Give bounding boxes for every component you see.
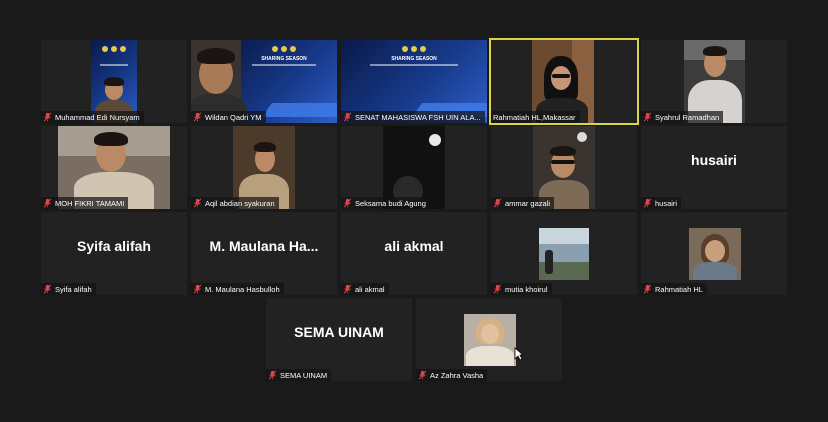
participant-tile[interactable]: ammar gazali — [491, 126, 637, 209]
mic-off-icon — [418, 370, 427, 380]
participant-display-name: Syifa alifah — [77, 238, 151, 254]
slide-title: SHARING SEASON — [261, 56, 307, 62]
participant-name-label: ali akmal — [341, 283, 389, 295]
participant-tile[interactable]: Seksama budi Agung — [341, 126, 487, 209]
participant-name-label: mutia khoirul — [491, 283, 552, 295]
participant-tile[interactable]: ali akmal ali akmal — [341, 212, 487, 295]
mic-off-icon — [43, 112, 52, 122]
participant-name-label: ammar gazali — [491, 197, 555, 209]
mic-off-icon — [493, 284, 502, 294]
participant-tile[interactable]: M. Maulana Ha... M. Maulana Hasbulloh — [191, 212, 337, 295]
participant-display-name: husairi — [691, 152, 737, 168]
video-feed — [539, 228, 589, 280]
participant-tile[interactable]: Syahrul Ramadhan — [641, 40, 787, 123]
participant-tile[interactable]: SHARING SEASON SENAT MAHASISWA FSH UIN A… — [341, 40, 487, 123]
mic-off-icon — [193, 198, 202, 208]
participant-name-label: SEMA UINAM — [266, 369, 332, 381]
participant-name-label: Wildan Qadri YM — [191, 111, 266, 123]
mic-off-icon — [268, 370, 277, 380]
participant-name-label: Rahmatiah HL — [641, 283, 707, 295]
participant-tile[interactable]: SHARING SEASON Wildan Qadri YM — [191, 40, 337, 123]
mic-off-icon — [343, 284, 352, 294]
participant-tile[interactable]: Az Zahra Vasha — [416, 298, 562, 381]
participant-tile-active-speaker[interactable]: Rahmatiah HL,Makassar — [489, 38, 639, 125]
mic-off-icon — [43, 198, 52, 208]
participant-tile[interactable]: Syifa alifah Syifa alifah — [41, 212, 187, 295]
participant-display-name: ali akmal — [384, 238, 444, 254]
mic-off-icon — [643, 284, 652, 294]
participant-name-label: MOH FIKRI TAMAMI — [41, 197, 129, 209]
participant-tile[interactable]: MOH FIKRI TAMAMI — [41, 126, 187, 209]
mic-off-icon — [643, 112, 652, 122]
participant-name-label: Seksama budi Agung — [341, 197, 430, 209]
video-feed — [689, 228, 741, 280]
mic-off-icon — [493, 198, 502, 208]
participant-name-label: M. Maulana Hasbulloh — [191, 283, 284, 295]
mic-off-icon — [193, 284, 202, 294]
participant-name-label: Syifa alifah — [41, 283, 96, 295]
participant-name-label: husairi — [641, 197, 682, 209]
participant-name-label: Rahmatiah HL,Makassar — [491, 111, 580, 123]
participant-tile[interactable]: mutia khoirul — [491, 212, 637, 295]
participant-name-label: Muhammad Edi Nursyam — [41, 111, 144, 123]
participant-name-label: Syahrul Ramadhan — [641, 111, 724, 123]
participant-display-name: M. Maulana Ha... — [209, 238, 319, 254]
participant-tile[interactable]: Muhammad Edi Nursyam — [41, 40, 187, 123]
participant-display-name: SEMA UINAM — [294, 324, 384, 340]
video-feed — [464, 314, 516, 366]
participant-tile[interactable]: SEMA UINAM SEMA UINAM — [266, 298, 412, 381]
mic-off-icon — [343, 198, 352, 208]
mouse-cursor-icon — [514, 347, 524, 361]
participant-name-label: Aqil abdian syakuran — [191, 197, 279, 209]
mic-off-icon — [643, 198, 652, 208]
participant-name-label: Az Zahra Vasha — [416, 369, 488, 381]
participant-tile[interactable]: husairi husairi — [641, 126, 787, 209]
mic-off-icon — [343, 112, 352, 122]
mic-off-icon — [193, 112, 202, 122]
participant-tile[interactable]: Aqil abdian syakuran — [191, 126, 337, 209]
mic-off-icon — [43, 284, 52, 294]
slide-title: SHARING SEASON — [391, 56, 437, 62]
participant-name-label: SENAT MAHASISWA FSH UIN ALA... — [341, 111, 485, 123]
participant-tile[interactable]: Rahmatiah HL — [641, 212, 787, 295]
